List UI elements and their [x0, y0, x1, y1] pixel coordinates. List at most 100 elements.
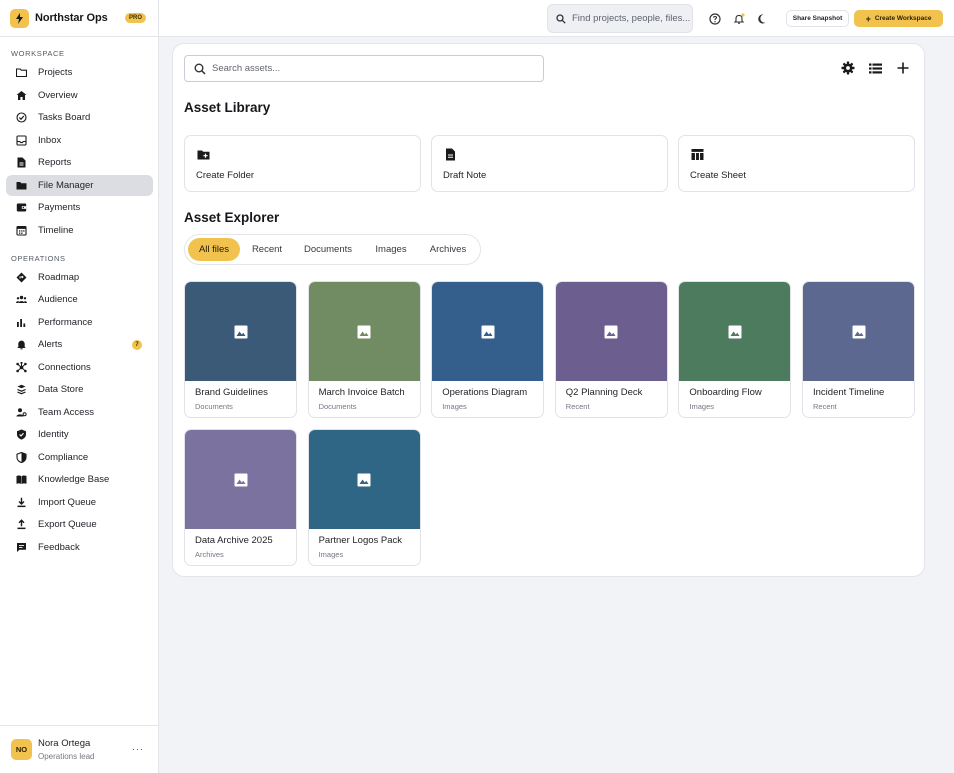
asset-thumbnail	[803, 282, 914, 381]
home-icon	[16, 90, 27, 101]
asset-category: Images	[689, 402, 714, 411]
image-icon	[234, 325, 247, 338]
image-icon	[728, 325, 742, 338]
tab-archives[interactable]: Archives	[421, 238, 475, 261]
sidebar-item-reports[interactable]: Reports	[6, 152, 153, 173]
asset-name: March Invoice Batch	[318, 387, 405, 398]
asset-card[interactable]: Operations Diagram Images	[431, 281, 545, 418]
sidebar-item-timeline[interactable]: Timeline	[6, 220, 153, 241]
brand-name: Northstar Ops	[35, 12, 108, 24]
asset-thumbnail	[679, 282, 791, 381]
tab-all-files[interactable]: All files	[188, 238, 240, 261]
image-icon	[481, 325, 495, 338]
sidebar-item-import-queue[interactable]: Import Queue	[6, 492, 153, 513]
wallet-icon	[16, 202, 27, 213]
asset-card[interactable]: March Invoice Batch Documents	[307, 281, 421, 418]
image-icon	[234, 473, 247, 486]
alerts-count-badge: 7	[132, 339, 142, 350]
tab-recent[interactable]: Recent	[244, 238, 290, 261]
create-workspace-label: Create Workspace	[874, 15, 932, 22]
user-role: Operations lead	[38, 752, 95, 761]
draft-note-card[interactable]: Draft Note	[431, 135, 668, 192]
inbox-icon	[16, 134, 27, 146]
sidebar-item-label: Data Store	[38, 384, 84, 395]
sidebar-item-alerts[interactable]: Alerts 7	[6, 334, 153, 355]
sidebar-item-label: Feedback	[38, 541, 80, 553]
asset-thumbnail	[185, 282, 296, 381]
user-name: Nora Ortega	[38, 738, 91, 749]
add-icon[interactable]	[896, 61, 910, 75]
table-icon	[691, 149, 704, 160]
asset-category: Images	[442, 402, 467, 411]
sidebar-item-label: Audience	[38, 294, 78, 305]
asset-name: Data Archive 2025	[195, 535, 273, 546]
pro-badge: PRO	[124, 13, 146, 23]
image-icon	[357, 325, 371, 338]
asset-category: Documents	[195, 402, 233, 411]
asset-card[interactable]: Brand Guidelines Documents	[184, 281, 297, 418]
create-folder-label: Create Folder	[196, 170, 255, 181]
sidebar-item-data-store[interactable]: Data Store	[6, 379, 153, 400]
sidebar-item-performance[interactable]: Performance	[6, 312, 153, 333]
draft-note-label: Draft Note	[443, 170, 487, 181]
asset-explorer-title: Asset Explorer	[184, 210, 280, 225]
brand-header[interactable]: Northstar Ops PRO	[0, 0, 158, 37]
hub-icon	[16, 361, 27, 373]
chat-icon	[16, 542, 27, 553]
bell-icon	[16, 339, 27, 350]
check-circle-icon	[16, 112, 27, 123]
asset-card[interactable]: Data Archive 2025 Archives	[184, 429, 297, 566]
sidebar-item-export-queue[interactable]: Export Queue	[6, 514, 153, 535]
asset-name: Partner Logos Pack	[318, 535, 403, 546]
lightning-logo-icon	[10, 8, 29, 28]
user-profile[interactable]: NO Nora Ortega Operations lead ···	[0, 725, 158, 773]
dark-mode-icon[interactable]	[756, 12, 769, 25]
sidebar-item-file-manager[interactable]: File Manager	[6, 174, 153, 196]
sidebar-item-audience[interactable]: Audience	[6, 289, 153, 310]
sidebar-item-payments[interactable]: Payments	[6, 197, 153, 218]
asset-name: Brand Guidelines	[195, 387, 268, 398]
sidebar-item-inbox[interactable]: Inbox	[6, 130, 153, 151]
gear-icon[interactable]	[841, 61, 855, 75]
sidebar-item-overview[interactable]: Overview	[6, 85, 153, 106]
more-options-icon[interactable]: ···	[132, 744, 144, 754]
list-view-icon[interactable]	[868, 61, 882, 75]
asset-search-input[interactable]: Search assets...	[184, 55, 544, 82]
sidebar-item-tasks-board[interactable]: Tasks Board	[6, 107, 153, 128]
help-icon[interactable]	[708, 12, 721, 25]
download-icon	[16, 497, 27, 508]
sidebar-item-team-access[interactable]: Team Access	[6, 402, 153, 423]
create-workspace-button[interactable]: + Create Workspace	[854, 10, 943, 27]
asset-card[interactable]: Q2 Planning Deck Recent	[554, 281, 668, 418]
upload-icon	[16, 519, 27, 530]
search-icon	[194, 63, 206, 75]
asset-card[interactable]: Onboarding Flow Images	[678, 281, 792, 418]
tab-images[interactable]: Images	[366, 238, 416, 261]
sidebar-item-feedback[interactable]: Feedback	[6, 537, 153, 558]
sidebar-item-label: Export Queue	[38, 519, 97, 530]
sidebar-item-label: Payments	[38, 202, 81, 213]
asset-card[interactable]: Incident Timeline Recent	[802, 281, 915, 418]
sidebar-item-identity[interactable]: Identity	[6, 424, 153, 445]
image-icon	[357, 473, 371, 486]
sidebar-item-label: Identity	[38, 429, 69, 440]
share-snapshot-button[interactable]: Share Snapshot	[786, 10, 849, 27]
notifications-icon[interactable]	[732, 12, 745, 25]
global-search-input[interactable]: Find projects, people, files...	[547, 4, 693, 33]
asset-panel: Search assets... Asset Library Create Fo…	[172, 43, 925, 577]
sidebar-item-label: Team Access	[38, 406, 94, 418]
sidebar-item-knowledge-base[interactable]: Knowledge Base	[6, 469, 153, 490]
folder-outline-icon	[16, 67, 27, 78]
tab-documents[interactable]: Documents	[295, 238, 361, 261]
asset-thumbnail	[432, 282, 544, 381]
topbar: Find projects, people, files... Share Sn…	[159, 0, 954, 37]
sidebar-item-connections[interactable]: Connections	[6, 357, 153, 378]
asset-card[interactable]: Partner Logos Pack Images	[307, 429, 421, 566]
database-icon	[16, 384, 27, 395]
sidebar-item-roadmap[interactable]: Roadmap	[6, 267, 153, 288]
create-sheet-card[interactable]: Create Sheet	[678, 135, 915, 192]
create-folder-card[interactable]: Create Folder	[184, 135, 421, 192]
sidebar-item-label: Import Queue	[38, 496, 97, 508]
sidebar-item-compliance[interactable]: Compliance	[6, 447, 153, 468]
sidebar-item-projects[interactable]: Projects	[6, 62, 153, 83]
